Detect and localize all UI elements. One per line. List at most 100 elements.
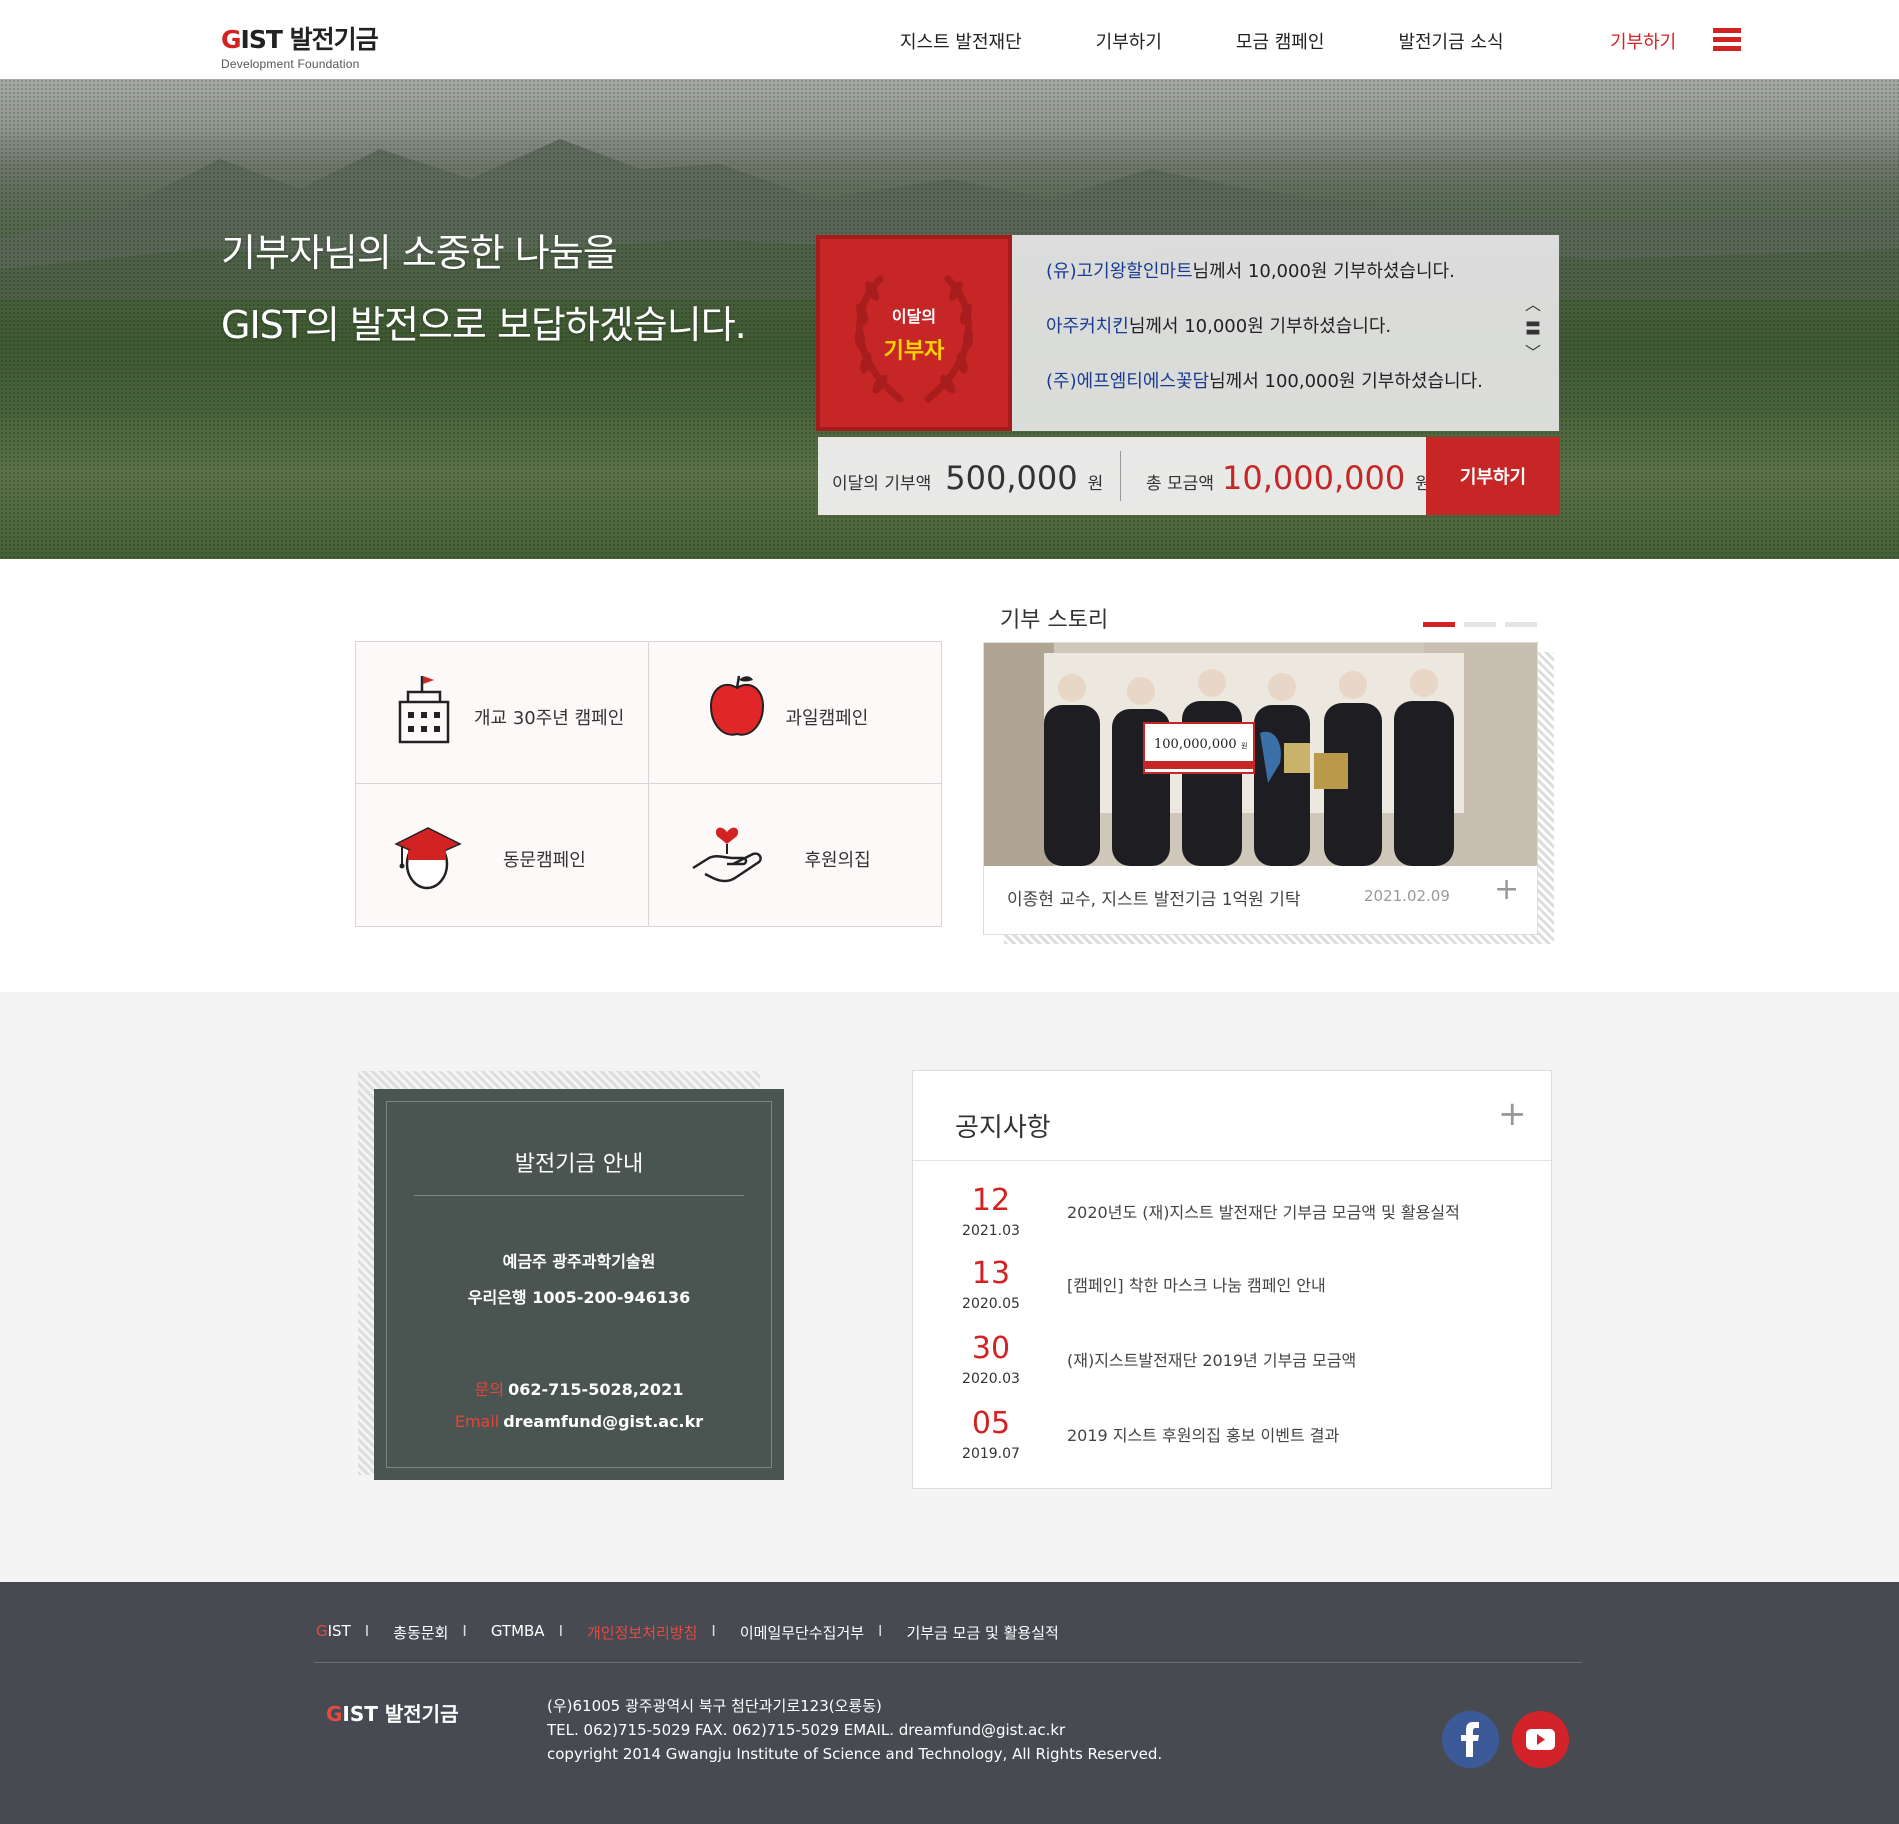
header-donate-link[interactable]: 기부하기 xyxy=(1610,28,1676,54)
footer-link-report[interactable]: 기부금 모금 및 활용실적 xyxy=(906,1622,1058,1643)
fund-email: Email dreamfund@gist.ac.kr xyxy=(454,1412,704,1431)
badge-line2: 기부자 xyxy=(883,339,945,364)
footer-link-alumni[interactable]: 총동문회 xyxy=(393,1622,448,1643)
notice-day: 13 xyxy=(971,1256,1011,1291)
donate-button[interactable]: 기부하기 xyxy=(1426,437,1560,515)
fund-title: 발전기금 안내 xyxy=(514,1152,644,1177)
nav-campaign[interactable]: 모금 캠페인 xyxy=(1236,28,1325,54)
notice-item[interactable]: 05 2019.07 2019 지스트 후원의집 홍보 이벤트 결과 xyxy=(913,1406,1551,1478)
notice-divider xyxy=(913,1160,1551,1161)
notice-year-month: 2020.05 xyxy=(962,1296,1020,1312)
logo-subtitle: Development Foundation xyxy=(221,57,360,71)
footer-link-gtmba[interactable]: GTMBA xyxy=(491,1622,545,1643)
hand-heart-icon xyxy=(691,827,762,883)
story-photo-scene: 100,000,000 원 xyxy=(984,643,1537,866)
nav-foundation[interactable]: 지스트 발전재단 xyxy=(900,28,1022,54)
donor-item: (유)고기왕할인마트님께서 10,000원 기부하셨습니다. xyxy=(1046,261,1455,282)
logo-gist: GIST xyxy=(221,25,283,54)
campaign-label: 과일캠페인 xyxy=(785,708,869,729)
chevron-up-icon[interactable]: ︿ xyxy=(1525,293,1541,317)
campaign-label: 동문캠페인 xyxy=(503,850,586,871)
nav-news[interactable]: 발전기금 소식 xyxy=(1398,28,1503,54)
fund-info-box: 발전기금 안내 예금주 광주과학기술원 우리은행 1005-200-946136… xyxy=(374,1089,784,1480)
plus-icon[interactable]: + xyxy=(1498,1097,1527,1131)
footer-divider xyxy=(314,1662,1582,1663)
footer-link-privacy[interactable]: 개인정보처리방침 xyxy=(587,1622,697,1643)
total-donation: 총 모금액 10,000,000 원 xyxy=(1146,459,1431,497)
campaign-grid: 개교 30주년 캠페인 과일캠페인 동문캠페인 후원의집 xyxy=(355,641,942,927)
campaign-label: 개교 30주년 캠페인 xyxy=(474,708,625,729)
hero-title: 기부자님의 소중한 나눔을 GIST의 발전으로 보답하겠습니다. xyxy=(221,231,747,347)
campaign-fruit[interactable]: 과일캠페인 xyxy=(648,642,941,784)
summary-divider xyxy=(1120,451,1121,501)
campaign-label: 후원의집 xyxy=(804,850,871,871)
story-photo-board-amount: 100,000,000 xyxy=(1154,737,1237,752)
pause-icon[interactable]: 〓 xyxy=(1525,317,1541,341)
fund-contact: 문의 062-715-5028,2021 xyxy=(474,1380,684,1399)
notice-item[interactable]: 12 2021.03 2020년도 (재)지스트 발전재단 기부금 모금액 및 … xyxy=(913,1183,1551,1255)
donor-ticker: (유)고기왕할인마트님께서 10,000원 기부하셨습니다. 아주커치킨님께서 … xyxy=(1046,257,1483,422)
nav-donate[interactable]: 기부하기 xyxy=(1096,28,1162,54)
story-pagination xyxy=(1423,622,1546,627)
badge-line1: 이달의 xyxy=(891,307,937,326)
donor-item: 아주커치킨님께서 10,000원 기부하셨습니다. xyxy=(1046,316,1392,337)
hamburger-icon[interactable] xyxy=(1713,28,1741,52)
youtube-icon[interactable] xyxy=(1512,1711,1569,1768)
total-donation-value: 10,000,000 xyxy=(1221,459,1406,497)
story-date: 2021.02.09 xyxy=(1364,887,1450,905)
donor-ticker-controls: ︿ 〓 ﹀ xyxy=(1525,293,1541,365)
facebook-icon[interactable] xyxy=(1442,1711,1499,1768)
notice-text: 2020년도 (재)지스트 발전재단 기부금 모금액 및 활용실적 xyxy=(1067,1203,1460,1222)
notice-year-month: 2021.03 xyxy=(962,1223,1020,1239)
story-dot[interactable] xyxy=(1505,622,1537,627)
footer-address: (우)61005 광주광역시 북구 첨단과기로123(오룡동) xyxy=(547,1697,882,1715)
logo-name: 발전기금 xyxy=(289,25,379,54)
campaign-anniversary[interactable]: 개교 30주년 캠페인 xyxy=(356,642,649,784)
building-icon xyxy=(398,676,450,744)
footer-info: (우)61005 광주광역시 북구 첨단과기로123(오룡동) TEL. 062… xyxy=(547,1694,1162,1766)
footer-copyright: copyright 2014 Gwangju Institute of Scie… xyxy=(547,1745,1163,1763)
site-footer: GIST I 총동문회 I GTMBA I 개인정보처리방침 I 이메일무단수집거부 I … xyxy=(0,1582,1899,1824)
notice-year-month: 2020.03 xyxy=(962,1371,1020,1387)
notice-year-month: 2019.07 xyxy=(962,1446,1020,1462)
fund-holder: 예금주 광주과학기술원 xyxy=(502,1252,656,1271)
monthly-donor-badge: 이달의 기부자 xyxy=(816,235,1012,431)
monthly-donation-value: 500,000 xyxy=(945,459,1078,497)
notice-text: [캠페인] 착한 마스크 나눔 캠페인 안내 xyxy=(1067,1276,1326,1295)
site-logo[interactable]: GIST 발전기금 Development Foundation xyxy=(221,20,379,71)
story-dot[interactable] xyxy=(1423,622,1455,627)
story-photo: 100,000,000 원 xyxy=(984,643,1537,866)
site-header: GIST 발전기금 Development Foundation 지스트 발전재… xyxy=(0,0,1899,79)
story-card[interactable]: 100,000,000 원 이종현 교수, 지스트 발전기금 1억원 기탁 20… xyxy=(983,642,1538,935)
campaign-alumni[interactable]: 동문캠페인 xyxy=(356,784,649,926)
footer-logo: GIST 발전기금 xyxy=(326,1702,459,1726)
hero-banner: 기부자님의 소중한 나눔을 GIST의 발전으로 보답하겠습니다. 이달의 기부… xyxy=(0,79,1899,559)
chevron-down-icon[interactable]: ﹀ xyxy=(1525,341,1541,365)
footer-link-no-email[interactable]: 이메일무단수집거부 xyxy=(740,1622,864,1643)
apple-icon xyxy=(709,675,764,736)
notice-item[interactable]: 13 2020.05 [캠페인] 착한 마스크 나눔 캠페인 안내 xyxy=(913,1256,1551,1328)
story-photo-board-unit: 원 xyxy=(1241,741,1247,750)
story-dot[interactable] xyxy=(1464,622,1496,627)
monthly-donor-box: 이달의 기부자 (유)고기왕할인마트님께서 10,000원 기부하셨습니다. 아… xyxy=(816,235,1559,431)
notice-day: 12 xyxy=(971,1183,1011,1218)
footer-link-gist[interactable]: GIST xyxy=(316,1622,351,1643)
fund-divider xyxy=(414,1195,744,1196)
notice-text: (재)지스트발전재단 2019년 기부금 모금액 xyxy=(1067,1351,1357,1370)
fund-account: 우리은행 1005-200-946136 xyxy=(467,1288,691,1307)
campaign-supporter-house[interactable]: 후원의집 xyxy=(649,784,942,926)
donation-summary-bar: 이달의 기부액 500,000 원 총 모금액 10,000,000 원 기부하기 xyxy=(818,437,1560,515)
graduate-icon xyxy=(394,827,462,890)
footer-nav: GIST I 총동문회 I GTMBA I 개인정보처리방침 I 이메일무단수집거부 I … xyxy=(316,1622,1059,1643)
footer-contact: TEL. 062)715-5029 FAX. 062)715-5029 EMAI… xyxy=(547,1721,1066,1739)
story-title: 기부 스토리 xyxy=(1000,608,1109,633)
plus-icon[interactable]: + xyxy=(1494,875,1519,905)
story-caption: 이종현 교수, 지스트 발전기금 1억원 기탁 xyxy=(1007,890,1301,910)
notice-day: 30 xyxy=(971,1331,1011,1366)
notice-title: 공지사항 xyxy=(955,1113,1051,1143)
notice-item[interactable]: 30 2020.03 (재)지스트발전재단 2019년 기부금 모금액 xyxy=(913,1331,1551,1403)
notice-box: 공지사항 + 12 2021.03 2020년도 (재)지스트 발전재단 기부금… xyxy=(912,1070,1552,1489)
notice-day: 05 xyxy=(971,1406,1011,1441)
monthly-donation: 이달의 기부액 500,000 원 xyxy=(832,459,1104,497)
main-nav: 지스트 발전재단 기부하기 모금 캠페인 발전기금 소식 xyxy=(900,28,1578,54)
